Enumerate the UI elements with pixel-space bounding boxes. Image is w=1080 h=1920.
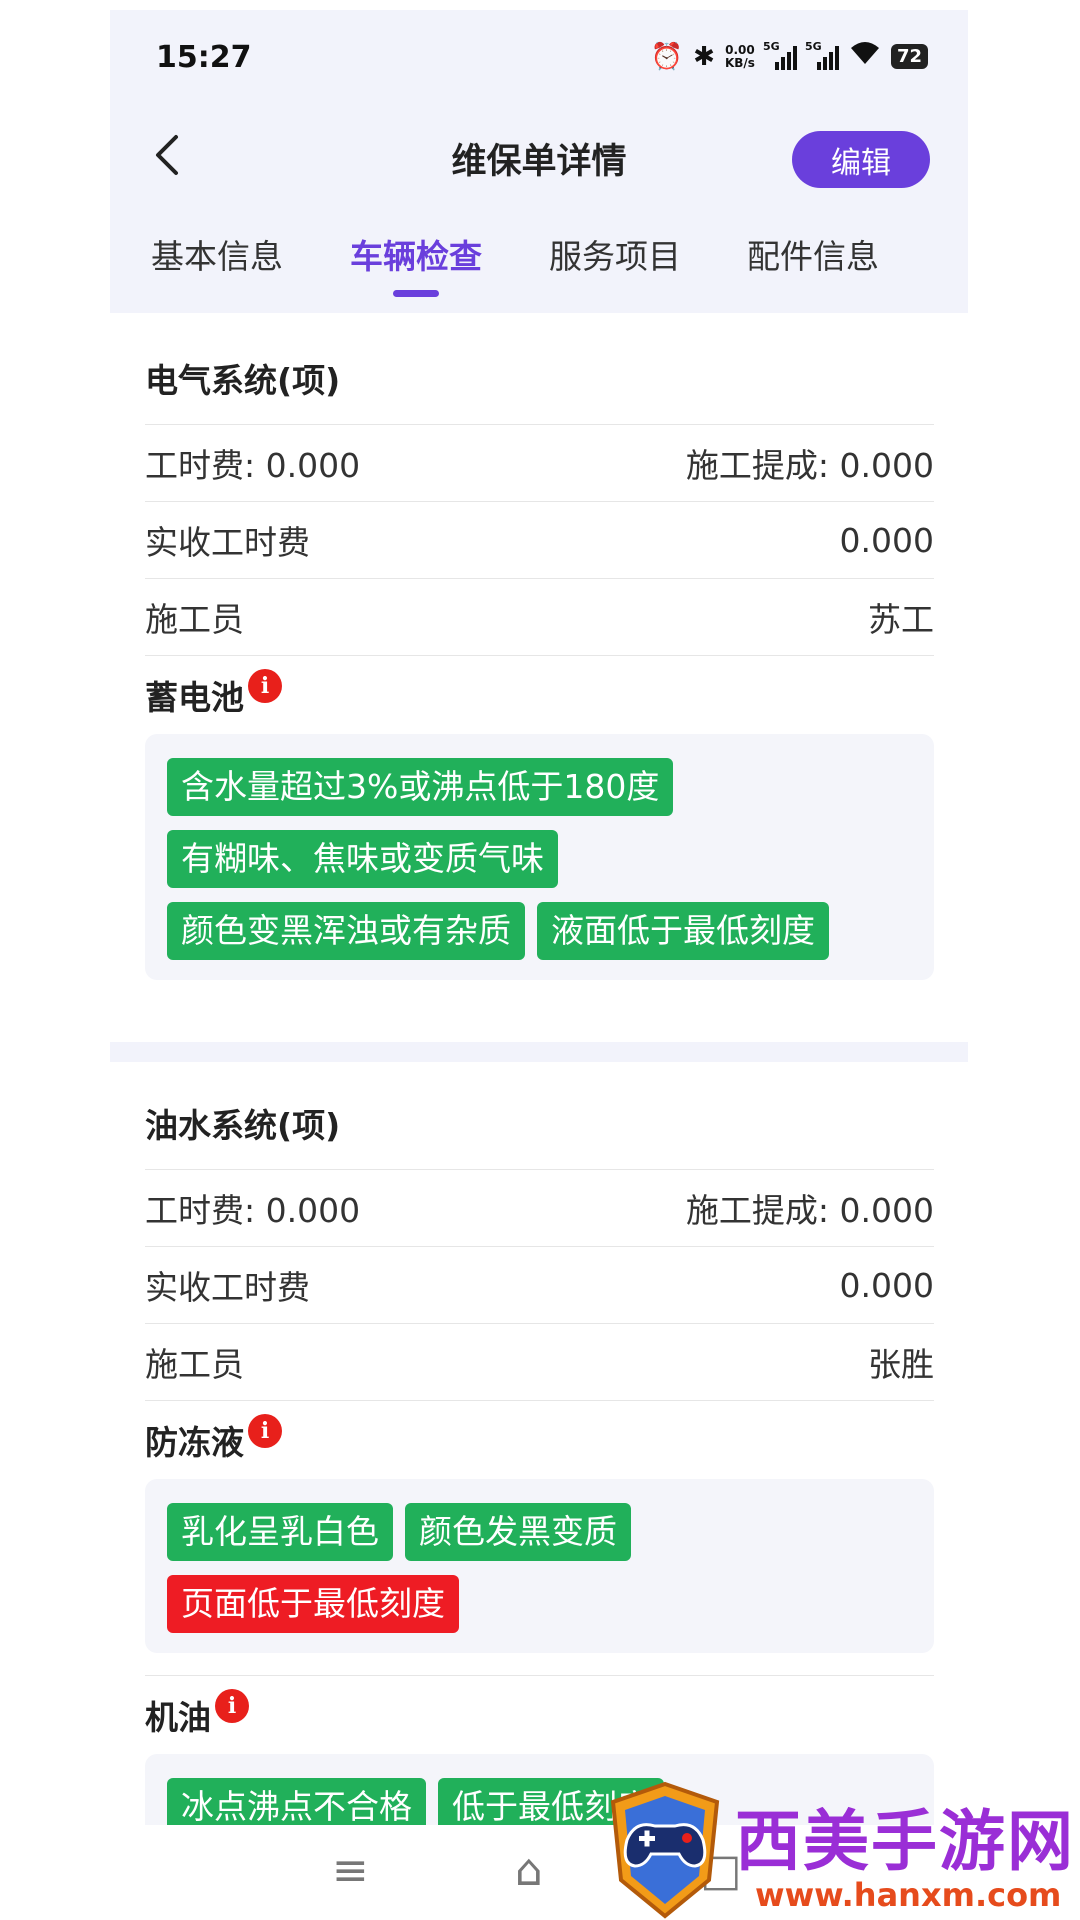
section-electrical: 电气系统(项) 工时费: 0.000 施工提成: 0.000 实收工时费 0.0… <box>145 338 934 980</box>
section-fluids: 油水系统(项) 工时费: 0.000 施工提成: 0.000 实收工时费 0.0… <box>145 1083 934 1856</box>
status-time: 15:27 <box>156 40 252 75</box>
phone-screen: 15:27 ⏰ ✱ 0.00 KB/s 5G 5G 72 维保单详情 编辑 基本… <box>110 10 968 1920</box>
bluetooth-icon: ✱ <box>693 41 715 72</box>
inspection-item-name: 蓄电池 <box>145 678 244 717</box>
inspection-item-title: 机油 i <box>145 1675 934 1754</box>
alarm-icon: ⏰ <box>650 41 684 72</box>
battery-icon: 72 <box>890 44 928 69</box>
info-icon[interactable]: i <box>215 1689 249 1723</box>
header: 15:27 ⏰ ✱ 0.00 KB/s 5G 5G 72 维保单详情 编辑 基本… <box>110 10 968 313</box>
commission: 施工提成: 0.000 <box>685 446 934 485</box>
tab-vehicle-inspection[interactable]: 车辆检查 <box>326 230 506 278</box>
section-title: 电气系统(项) <box>145 361 341 400</box>
network-speed-unit: KB/s <box>724 55 755 70</box>
network-speed: 0.00 KB/s <box>724 42 755 70</box>
home-icon[interactable]: ⌂ <box>515 1845 543 1896</box>
tag-box: 乳化呈乳白色 颜色发黑变质 页面低于最低刻度 <box>145 1479 934 1653</box>
worker-value: 张胜 <box>868 1345 934 1384</box>
inspection-item-name: 机油 <box>145 1698 211 1737</box>
wifi-icon <box>849 40 881 73</box>
section-title: 油水系统(项) <box>145 1106 341 1145</box>
worker-value: 苏工 <box>868 600 934 639</box>
actual-fee-row: 实收工时费 0.000 <box>145 1246 934 1323</box>
worker-row: 施工员 张胜 <box>145 1323 934 1400</box>
inspection-tag: 有糊味、焦味或变质气味 <box>167 830 558 888</box>
gamepad-shield-logo-icon <box>610 1781 720 1919</box>
network-speed-value: 0.00 <box>725 42 755 57</box>
section-divider <box>110 1042 968 1062</box>
tag-box: 含水量超过3%或沸点低于180度 有糊味、焦味或变质气味 颜色变黑浑浊或有杂质 … <box>145 734 934 980</box>
worker-row: 施工员 苏工 <box>145 578 934 655</box>
fee-row: 工时费: 0.000 施工提成: 0.000 <box>145 1169 934 1246</box>
inspection-tag: 乳化呈乳白色 <box>167 1503 393 1561</box>
watermark-url: www.hanxm.com <box>755 1876 1062 1914</box>
status-bar: 15:27 ⏰ ✱ 0.00 KB/s 5G 5G 72 <box>110 10 968 100</box>
signal-label: 5G <box>762 39 780 53</box>
signal-icon: 5G <box>805 40 839 70</box>
actual-fee-label: 实收工时费 <box>145 1268 310 1307</box>
title-bar: 维保单详情 编辑 <box>110 115 968 195</box>
commission: 施工提成: 0.000 <box>685 1191 934 1230</box>
menu-icon[interactable]: ≡ <box>332 1845 369 1896</box>
tab-parts-info[interactable]: 配件信息 <box>723 230 903 278</box>
signal-label: 5G <box>804 39 822 53</box>
worker-label: 施工员 <box>145 600 244 639</box>
actual-fee-value: 0.000 <box>839 520 934 560</box>
inspection-tag: 液面低于最低刻度 <box>537 902 829 960</box>
info-icon[interactable]: i <box>248 1414 282 1448</box>
inspection-tag: 颜色变黑浑浊或有杂质 <box>167 902 525 960</box>
active-tab-indicator <box>393 290 439 297</box>
signal-icon: 5G <box>763 40 797 70</box>
labor-fee: 工时费: 0.000 <box>145 446 361 485</box>
inspection-item-name: 防冻液 <box>145 1423 244 1462</box>
inspection-item-title: 蓄电池 i <box>145 655 934 734</box>
worker-label: 施工员 <box>145 1345 244 1384</box>
tab-bar: 基本信息 车辆检查 服务项目 配件信息 <box>110 220 968 300</box>
inspection-tag-warning: 页面低于最低刻度 <box>167 1575 459 1633</box>
tab-service-items[interactable]: 服务项目 <box>525 230 705 278</box>
actual-fee-label: 实收工时费 <box>145 523 310 562</box>
inspection-item-title: 防冻液 i <box>145 1400 934 1479</box>
watermark: 西美手游网 www.hanxm.com <box>605 1780 1075 1920</box>
inspection-tag: 含水量超过3%或沸点低于180度 <box>167 758 674 816</box>
info-icon[interactable]: i <box>248 669 282 703</box>
tab-basic-info[interactable]: 基本信息 <box>127 230 307 278</box>
inspection-tag: 颜色发黑变质 <box>405 1503 631 1561</box>
edit-button[interactable]: 编辑 <box>792 131 930 188</box>
fee-row: 工时费: 0.000 施工提成: 0.000 <box>145 424 934 501</box>
actual-fee-row: 实收工时费 0.000 <box>145 501 934 578</box>
labor-fee: 工时费: 0.000 <box>145 1191 361 1230</box>
watermark-brand: 西美手游网 <box>735 1803 1075 1880</box>
status-icons: ⏰ ✱ 0.00 KB/s 5G 5G 72 <box>651 40 928 73</box>
actual-fee-value: 0.000 <box>839 1265 934 1305</box>
